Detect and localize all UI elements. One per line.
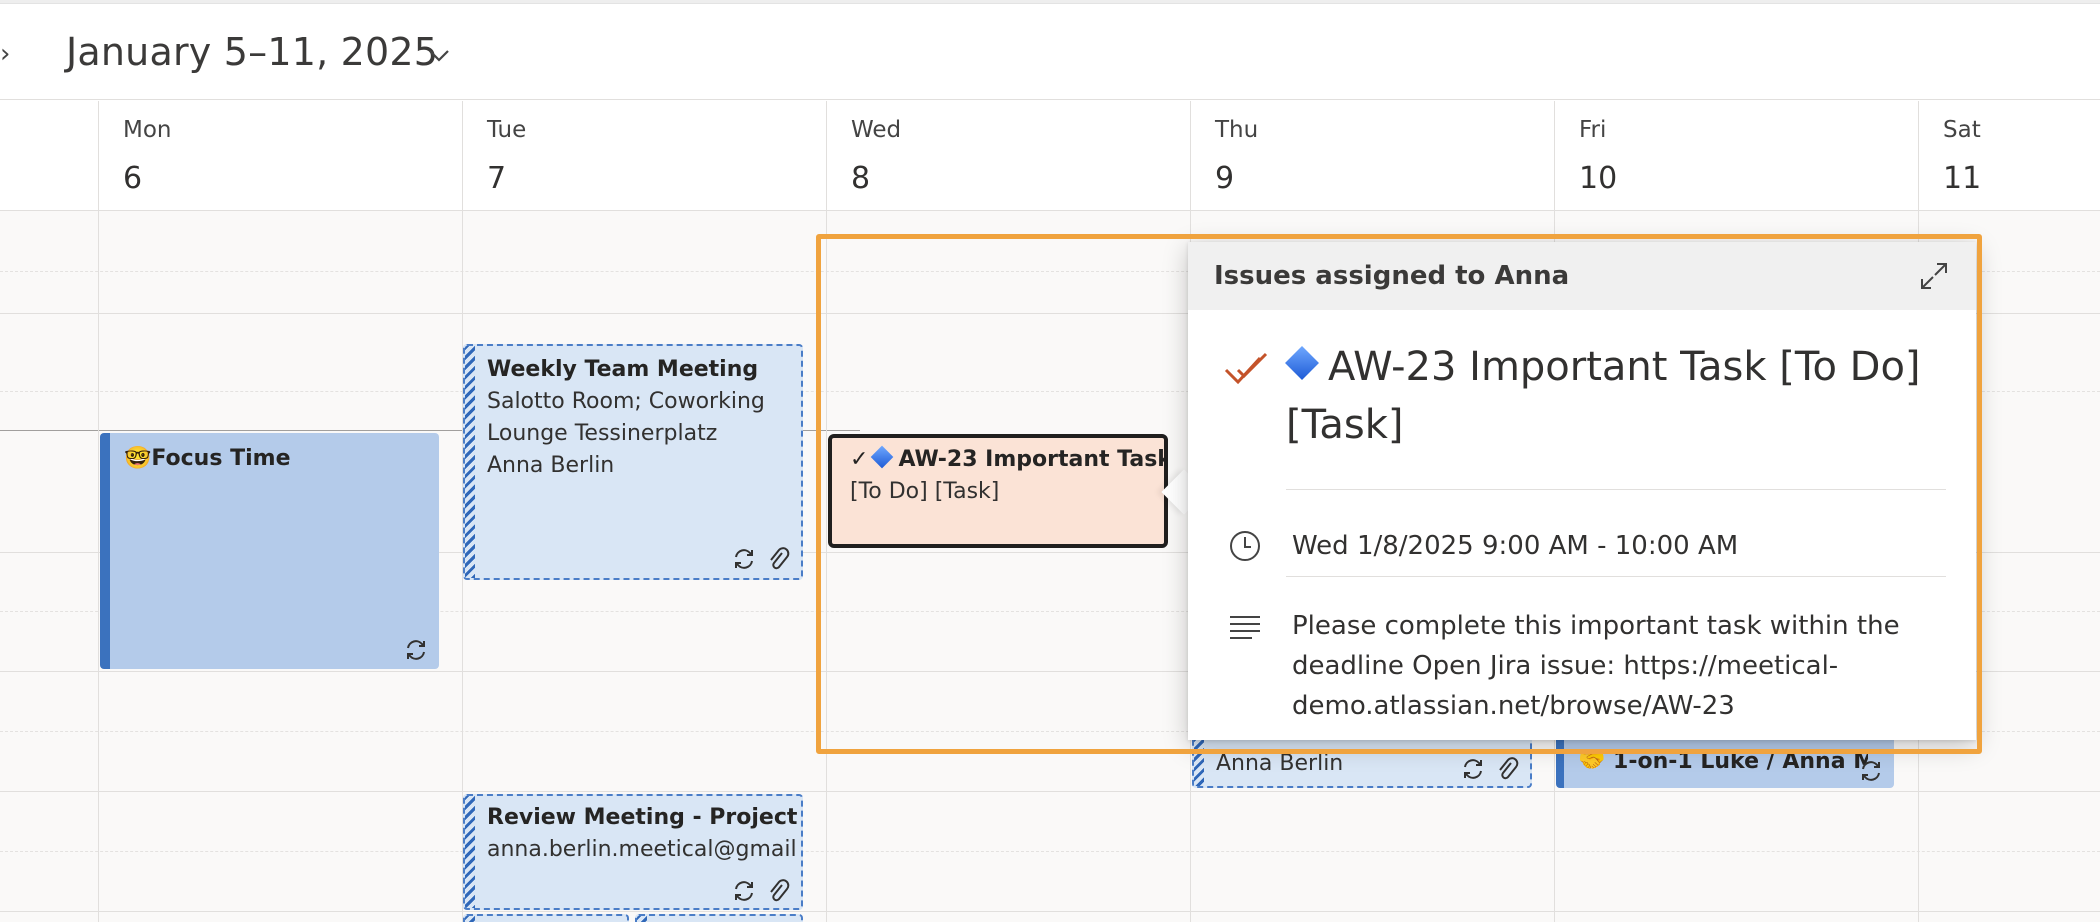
attachment-icon: [770, 547, 790, 570]
jira-task-diamond-icon: [1285, 346, 1319, 380]
day-name: Tue: [487, 117, 527, 143]
event-aw23-task-selected[interactable]: ✓ AW-23 Important Task [To Do] [Task]: [828, 434, 1168, 548]
day-headers: Mon 6 Tue 7 Wed 8 Thu 9 Fri 10 Sat 11: [0, 101, 2100, 211]
recurring-icon: [735, 881, 753, 901]
day-header-sat[interactable]: Sat 11: [1918, 101, 2100, 211]
tentative-stripe: [1194, 738, 1204, 786]
day-number: 11: [1943, 161, 1982, 196]
day-number: 8: [851, 161, 871, 196]
week-range-title[interactable]: January 5–11, 2025: [66, 26, 438, 78]
day-header-wed[interactable]: Wed 8: [826, 101, 1189, 211]
day-name: Sat: [1943, 117, 1981, 143]
tentative-stripe: [465, 346, 475, 578]
jira-task-diamond-icon: [871, 445, 894, 469]
event-title: ✓ AW-23 Important Task: [850, 444, 1168, 476]
event-thursday-partial[interactable]: Anna Berlin: [1192, 736, 1532, 788]
popup-event-title: AW-23 Important Task [To Do] [Task]: [1285, 338, 1946, 454]
attachment-icon: [1499, 757, 1519, 780]
clock-icon: [1230, 531, 1260, 561]
day-header-fri[interactable]: Fri 10: [1554, 101, 1917, 211]
day-number: 7: [487, 161, 507, 196]
tentative-stripe: [465, 916, 475, 922]
chevron-down-icon[interactable]: [424, 40, 454, 70]
tentative-stripe: [637, 916, 647, 922]
description-lines-icon: [1230, 616, 1260, 639]
event-cutoff[interactable]: [635, 914, 803, 922]
event-attendee: anna.berlin.meetical@gmail.: [487, 837, 797, 862]
recurring-icon: [407, 640, 425, 660]
event-title: 🤓Focus Time: [124, 446, 291, 471]
popup-header-title: Issues assigned to Anna: [1214, 261, 1570, 291]
day-header-mon[interactable]: Mon 6: [98, 101, 461, 211]
day-header-thu[interactable]: Thu 9: [1190, 101, 1553, 211]
event-icons: [1460, 756, 1520, 782]
event-icons: [731, 878, 791, 904]
event-title: 🤝 1-on-1 Luke / Anna Mi: [1578, 749, 1868, 774]
event-icons: [731, 546, 791, 572]
column-line: [98, 211, 99, 922]
recurring-icon: [1862, 761, 1880, 781]
event-location: Salotto Room; Coworking: [487, 389, 765, 414]
event-review-meeting[interactable]: Review Meeting - Project A anna.berlin.m…: [463, 794, 803, 910]
popup-event-description[interactable]: Please complete this important task with…: [1292, 606, 1952, 726]
popup-event-title-text: AW-23 Important Task [To Do] [Task]: [1286, 344, 1921, 448]
calendar-header: › January 5–11, 2025: [0, 4, 2100, 100]
day-header-tue[interactable]: Tue 7: [462, 101, 825, 211]
event-title-text: [To Do] [Task]: [850, 479, 1000, 504]
event-1on1-luke-anna[interactable]: 🤝 1-on-1 Luke / Anna Mi: [1556, 736, 1894, 788]
event-details-popup: Issues assigned to Anna AW-23 Important …: [1188, 242, 1976, 740]
attachment-icon: [770, 879, 790, 902]
day-number: 9: [1215, 161, 1235, 196]
event-focus-time[interactable]: 🤓Focus Time: [100, 433, 439, 669]
grid-half-hour-line: [0, 851, 2100, 852]
event-location: Lounge Tessinerplatz: [487, 421, 718, 446]
event-organizer: Anna Berlin: [1216, 751, 1344, 776]
day-name: Wed: [851, 117, 902, 143]
event-cutoff[interactable]: [463, 914, 629, 922]
event-icons: [403, 637, 429, 663]
next-week-chevron-icon[interactable]: ›: [0, 34, 22, 74]
popup-event-time: Wed 1/8/2025 9:00 AM - 10:00 AM: [1292, 531, 1739, 561]
expand-icon[interactable]: [1918, 260, 1950, 292]
day-name: Thu: [1215, 117, 1259, 143]
day-number: 10: [1579, 161, 1618, 196]
column-line: [826, 211, 827, 922]
event-organizer: Anna Berlin: [487, 453, 615, 478]
grid-hour-line: [0, 791, 2100, 792]
day-name: Mon: [123, 117, 172, 143]
event-title: Weekly Team Meeting: [487, 357, 759, 382]
check-icon: ✓: [850, 447, 869, 472]
event-icons: [1858, 758, 1884, 784]
day-name: Fri: [1579, 117, 1607, 143]
event-title-text: AW-23 Important Task: [898, 447, 1168, 472]
calendar-app: › January 5–11, 2025 Mon 6 Tue 7 Wed 8 T…: [0, 0, 2100, 922]
event-title: Review Meeting - Project A: [487, 805, 797, 830]
popup-header: Issues assigned to Anna: [1188, 242, 1976, 310]
popup-divider: [1286, 576, 1946, 577]
day-number: 6: [123, 161, 143, 196]
tentative-stripe: [465, 796, 475, 908]
recurring-icon: [735, 549, 753, 569]
event-weekly-team-meeting[interactable]: Weekly Team Meeting Salotto Room; Cowork…: [463, 344, 803, 580]
popup-divider: [1286, 489, 1946, 490]
task-check-icon: [1224, 352, 1268, 385]
grid-hour-line: [0, 911, 2100, 912]
recurring-icon: [1464, 759, 1482, 779]
